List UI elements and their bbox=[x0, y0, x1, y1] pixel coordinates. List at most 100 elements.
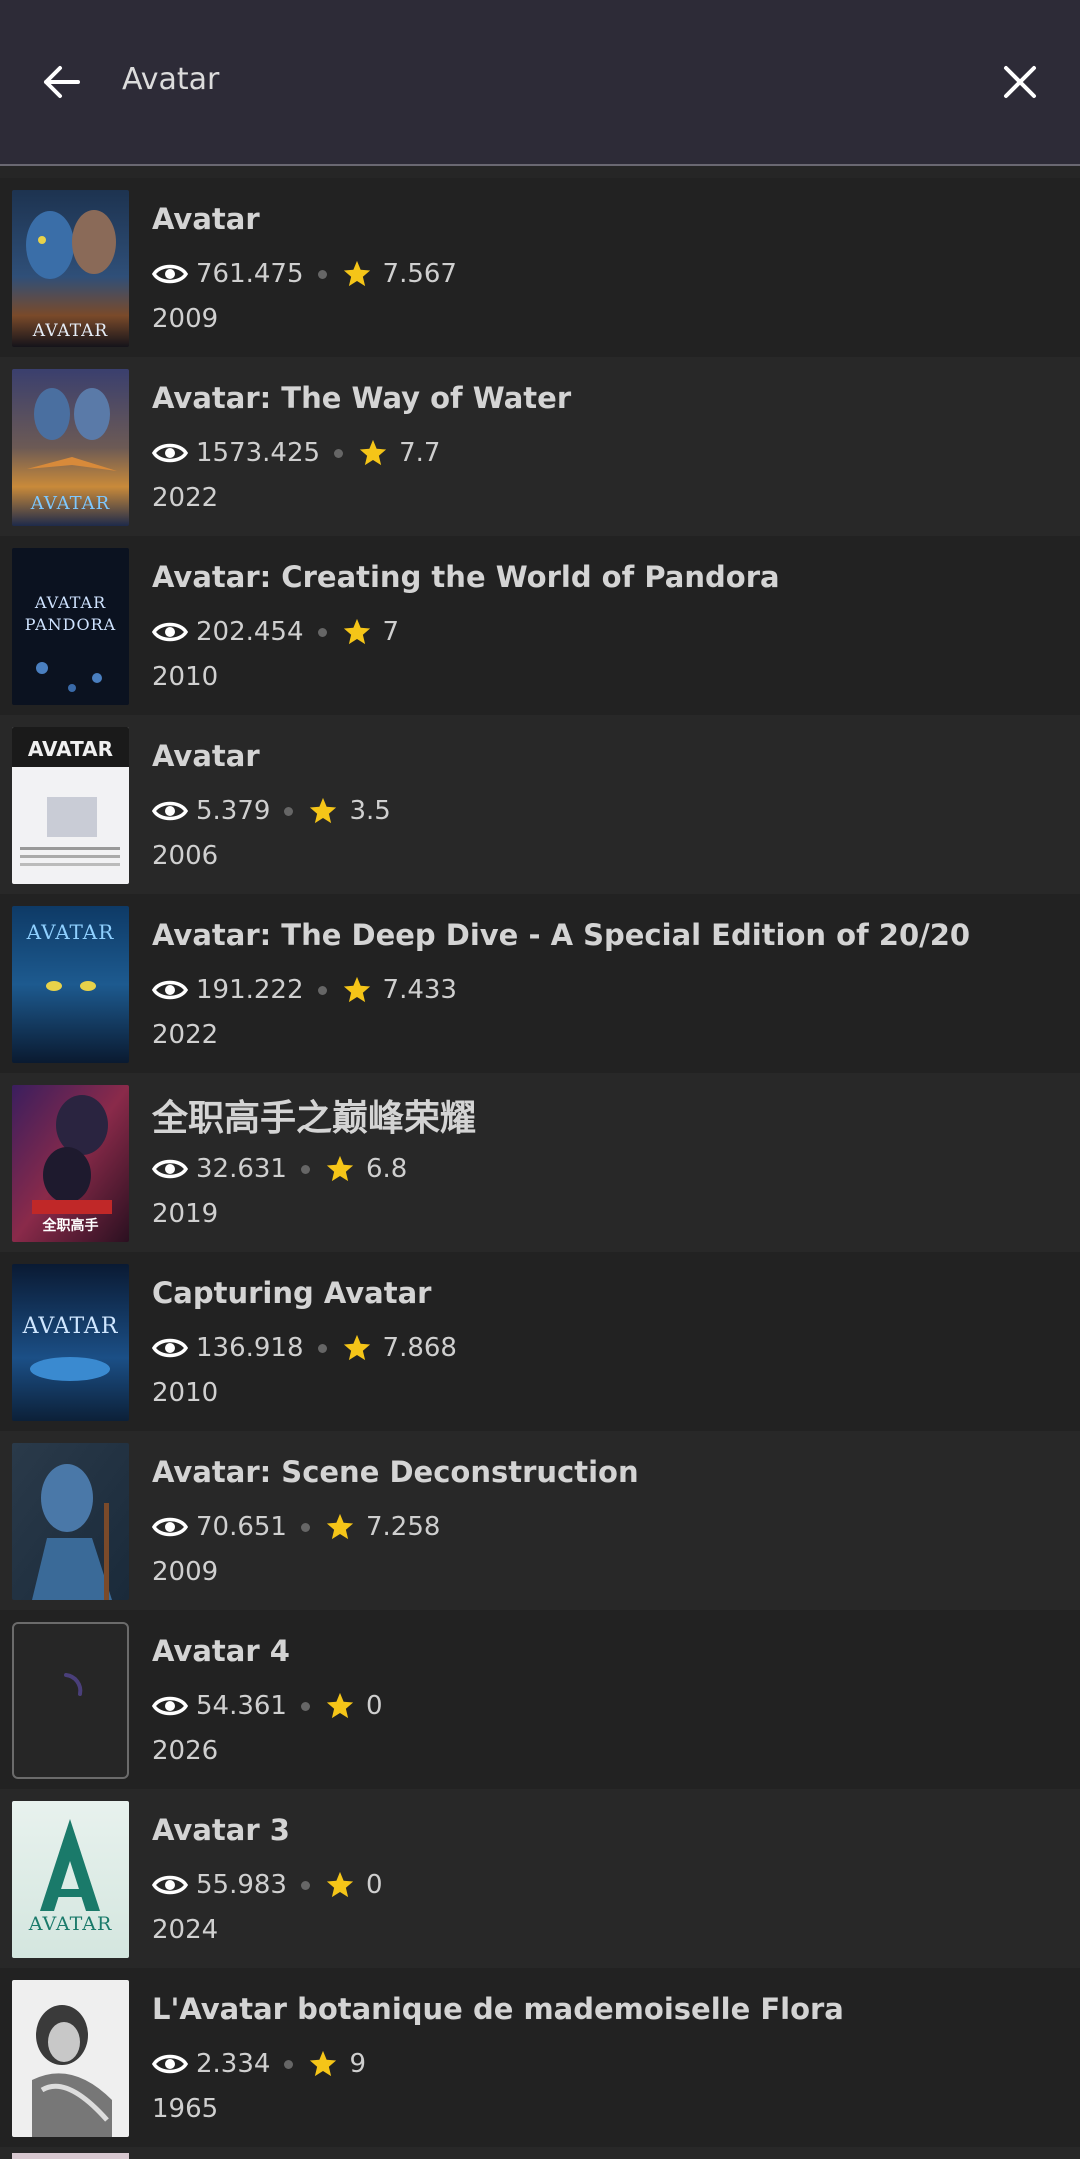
result-meta: 1573.425 7.7 bbox=[152, 435, 440, 471]
result-meta: 136.918 7.868 bbox=[152, 1330, 457, 1366]
result-item[interactable]: L'Avatar botanique de mademoiselle Flora… bbox=[0, 1968, 1080, 2147]
star-icon bbox=[326, 1692, 354, 1719]
result-title: Avatar: Creating the World of Pandora bbox=[152, 560, 780, 594]
eye-icon bbox=[152, 1159, 188, 1179]
result-meta: 54.361 0 bbox=[152, 1688, 383, 1724]
eye-icon bbox=[152, 2054, 188, 2074]
poster-caption: AVATAR bbox=[22, 1314, 119, 1339]
result-item[interactable]: AVATAR Avatar: The Way of Water 1573.425… bbox=[0, 357, 1080, 536]
view-count: 55.983 bbox=[196, 1870, 287, 1900]
view-count: 5.379 bbox=[196, 796, 271, 826]
result-item[interactable]: AVATAR PANDORA Avatar: Creating the Worl… bbox=[0, 536, 1080, 715]
rating-value: 0 bbox=[365, 1870, 383, 1900]
close-icon bbox=[1004, 66, 1036, 98]
view-count: 54.361 bbox=[196, 1691, 287, 1721]
separator-dot bbox=[317, 627, 327, 637]
result-item[interactable]: AVATAR Avatar 3 55.983 0 2024 bbox=[0, 1789, 1080, 1968]
result-meta: 5.379 3.5 bbox=[152, 793, 391, 829]
release-year: 2019 bbox=[152, 1199, 219, 1229]
poster-image bbox=[12, 1980, 129, 2137]
rating-value: 9 bbox=[349, 2049, 366, 2079]
poster-caption: AVATAR bbox=[32, 321, 109, 341]
release-year: 1965 bbox=[152, 2094, 219, 2124]
loading-spinner-icon bbox=[64, 1673, 83, 1696]
result-item[interactable]: AVATAR Avatar 761.475 7.567 2009 bbox=[0, 178, 1080, 357]
separator-dot bbox=[300, 1522, 310, 1532]
result-title: Avatar: Scene Deconstruction bbox=[152, 1455, 639, 1489]
result-item[interactable]: AVATAR Avatar: The Deep Dive - A Special… bbox=[0, 894, 1080, 1073]
result-meta: 761.475 7.567 bbox=[152, 256, 457, 292]
poster-image bbox=[12, 1443, 129, 1600]
separator-dot bbox=[317, 1343, 327, 1353]
result-item[interactable]: Avatar 4 54.361 0 2026 bbox=[0, 1610, 1080, 1789]
result-item-partial[interactable] bbox=[0, 2147, 1080, 2159]
eye-icon bbox=[152, 264, 188, 284]
result-title: Avatar bbox=[152, 202, 260, 236]
eye-icon bbox=[152, 443, 188, 463]
result-meta: 55.983 0 bbox=[152, 1867, 383, 1903]
poster-caption: AVATAR PANDORA bbox=[24, 593, 117, 634]
result-item[interactable]: AVATAR Avatar 5.379 3.5 2006 bbox=[0, 715, 1080, 894]
star-icon bbox=[343, 976, 370, 1003]
result-title: Avatar 3 bbox=[152, 1813, 290, 1847]
star-icon bbox=[326, 1513, 354, 1540]
star-icon bbox=[359, 439, 387, 466]
release-year: 2010 bbox=[152, 1378, 219, 1408]
release-year: 2026 bbox=[152, 1736, 219, 1766]
separator-dot bbox=[334, 448, 344, 458]
poster-caption: AVATAR bbox=[26, 920, 115, 944]
poster-caption: 全职高手 bbox=[42, 1218, 99, 1234]
separator-dot bbox=[317, 269, 327, 279]
result-title: Avatar bbox=[152, 739, 260, 773]
poster-image: AVATAR bbox=[12, 906, 129, 1063]
poster-image: AVATAR bbox=[12, 369, 129, 526]
release-year: 2024 bbox=[152, 1915, 219, 1945]
eye-icon bbox=[152, 801, 188, 821]
result-title: 全职高手之巅峰荣耀 bbox=[152, 1098, 477, 1139]
poster-placeholder bbox=[12, 1622, 129, 1779]
release-year: 2022 bbox=[152, 1020, 219, 1050]
star-icon bbox=[343, 618, 370, 645]
poster-image: AVATAR PANDORA bbox=[12, 548, 129, 705]
eye-icon bbox=[152, 1875, 188, 1895]
rating-value: 7.433 bbox=[382, 975, 457, 1005]
rating-value: 0 bbox=[365, 1691, 383, 1721]
poster-caption: AVATAR bbox=[30, 493, 111, 514]
search-header: Avatar bbox=[0, 0, 1080, 166]
release-year: 2010 bbox=[152, 662, 219, 692]
poster-image: 全职高手 bbox=[12, 1085, 129, 1242]
rating-value: 7.868 bbox=[382, 1333, 457, 1363]
view-count: 32.631 bbox=[196, 1154, 287, 1184]
eye-icon bbox=[152, 622, 188, 642]
result-meta: 202.454 7 bbox=[152, 614, 399, 650]
back-button[interactable] bbox=[36, 56, 88, 108]
view-count: 2.334 bbox=[196, 2049, 271, 2079]
view-count: 70.651 bbox=[196, 1512, 287, 1542]
search-input[interactable]: Avatar bbox=[122, 62, 219, 97]
rating-value: 7.258 bbox=[365, 1512, 441, 1542]
rating-value: 3.5 bbox=[349, 796, 391, 826]
separator-dot bbox=[300, 1701, 310, 1711]
star-icon bbox=[310, 797, 337, 824]
clear-search-button[interactable] bbox=[994, 56, 1046, 108]
result-item[interactable]: 全职高手 全职高手之巅峰荣耀 32.631 6.8 2019 bbox=[0, 1073, 1080, 1252]
release-year: 2022 bbox=[152, 483, 219, 513]
poster-image: AVATAR bbox=[12, 1801, 129, 1958]
separator-dot bbox=[300, 1880, 310, 1890]
result-meta: 2.334 9 bbox=[152, 2046, 366, 2082]
arrow-left-icon bbox=[44, 66, 80, 98]
separator-dot bbox=[317, 985, 327, 995]
separator-dot bbox=[284, 806, 294, 816]
result-meta: 191.222 7.433 bbox=[152, 972, 457, 1008]
result-item[interactable]: AVATAR Capturing Avatar 136.918 7.868 20… bbox=[0, 1252, 1080, 1431]
release-year: 2009 bbox=[152, 1557, 219, 1587]
rating-value: 7.567 bbox=[382, 259, 457, 289]
star-icon bbox=[343, 1334, 370, 1361]
poster-image: AVATAR bbox=[12, 727, 129, 884]
result-meta: 70.651 7.258 bbox=[152, 1509, 440, 1545]
star-icon bbox=[326, 1155, 354, 1182]
release-year: 2006 bbox=[152, 841, 219, 871]
result-title: Avatar: The Deep Dive - A Special Editio… bbox=[152, 918, 971, 952]
result-item[interactable]: Avatar: Scene Deconstruction 70.651 7.25… bbox=[0, 1431, 1080, 1610]
eye-icon bbox=[152, 1696, 188, 1716]
